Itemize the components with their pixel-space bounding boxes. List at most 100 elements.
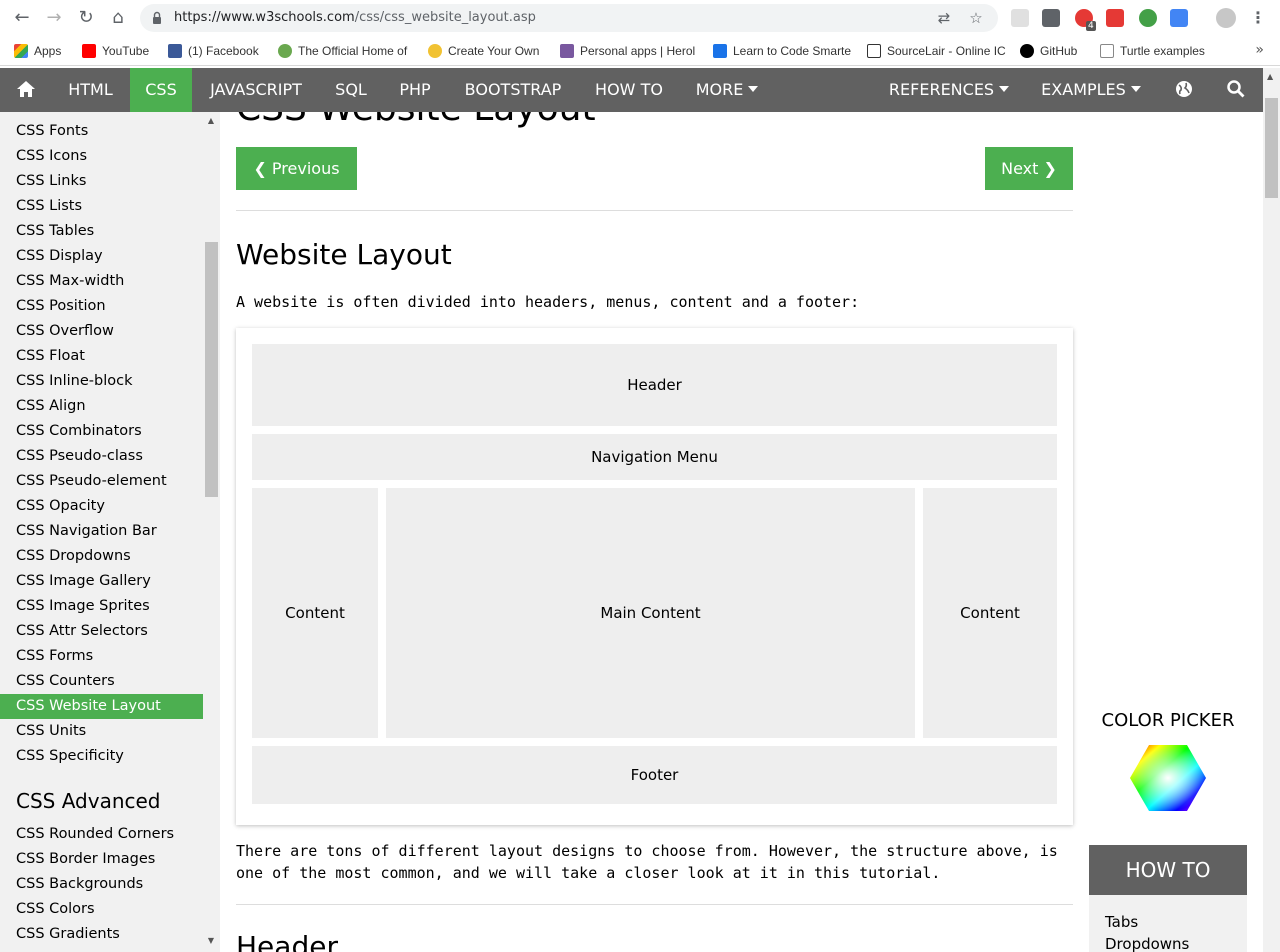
demo-footer: Footer [252,746,1057,804]
sidebar-item-css-pseudo-element[interactable]: CSS Pseudo-element [0,469,203,494]
bookmark-star-icon[interactable]: ☆ [968,10,984,26]
sidebar-item-css-links[interactable]: CSS Links [0,169,203,194]
google-translate-icon[interactable] [1170,9,1188,27]
sidebar-item-css-rounded-corners[interactable]: CSS Rounded Corners [0,822,203,847]
sidebar-item-css-overflow[interactable]: CSS Overflow [0,319,203,344]
url-text: https://www.w3schools.com/css/css_websit… [174,10,536,25]
bookmark-official-home[interactable]: The Official Home of [278,42,414,60]
back-arrow-icon[interactable]: ← [12,8,32,28]
sidebar-item-css-lists[interactable]: CSS Lists [0,194,203,219]
bookmark-youtube[interactable]: YouTube [82,42,158,60]
sidebar-heading-css-advanced: CSS Advanced [16,789,161,813]
page-scrollbar[interactable] [1263,68,1280,952]
sidebar-item-css-inline-block[interactable]: CSS Inline-block [0,369,203,394]
color-picker-wheel-icon[interactable] [1129,743,1207,813]
sidebar-item-css-icons[interactable]: CSS Icons [0,144,203,169]
sidebar-item-css-tables[interactable]: CSS Tables [0,219,203,244]
previous-button[interactable]: ❮ Previous [236,147,357,190]
bookmark-heroku[interactable]: Personal apps | Herol [560,42,700,60]
how-to-item-dropdowns[interactable]: Dropdowns [1105,935,1189,952]
nav-more[interactable]: MORE [680,68,774,112]
address-bar[interactable]: https://www.w3schools.com/css/css_websit… [140,4,998,32]
nav-examples[interactable]: EXAMPLES [1026,68,1156,112]
sidebar-item-css-colors[interactable]: CSS Colors [0,897,203,922]
menu-kebab-icon[interactable]: ⋮ [1250,8,1266,27]
learn-code-icon [713,44,727,58]
nav-references[interactable]: REFERENCES [874,68,1024,112]
sidebar-item-css-max-width[interactable]: CSS Max-width [0,269,203,294]
sidebar-item-css-display[interactable]: CSS Display [0,244,203,269]
bookmark-create-your-own[interactable]: Create Your Own [428,42,550,60]
sidebar-item-css-gradients[interactable]: CSS Gradients [0,922,203,947]
bookmark-apps[interactable]: Apps [14,42,74,60]
create-your-own-icon [428,44,442,58]
demo-header: Header [252,344,1057,426]
browser-toolbar: ← → ↻ ⌂ https://www.w3schools.com/css/cs… [0,0,1280,36]
sidebar-item-css-dropdowns[interactable]: CSS Dropdowns [0,544,203,569]
bookmark-turtle-examples[interactable]: Turtle examples [1100,42,1220,60]
scroll-up-arrow-icon[interactable]: ▲ [1267,72,1273,81]
translate-icon[interactable]: ⇄ [936,10,952,26]
sidebar-scrollbar[interactable] [203,112,220,952]
bookmark-facebook[interactable]: (1) Facebook [168,42,264,60]
forward-arrow-icon[interactable]: → [44,8,64,28]
scroll-down-arrow-icon[interactable]: ▼ [206,936,216,946]
caret-down-icon [999,86,1010,92]
nav-php[interactable]: PHP [382,68,448,112]
sidebar-item-css-navigation-bar[interactable]: CSS Navigation Bar [0,519,203,544]
youtube-icon [82,44,96,58]
extension-icon[interactable] [1042,9,1060,27]
bookmark-github[interactable]: GitHub [1020,42,1090,60]
more-bookmarks-chevron-icon[interactable]: » [1255,42,1264,58]
sidebar-item-css-specificity[interactable]: CSS Specificity [0,744,203,769]
scroll-up-arrow-icon[interactable]: ▲ [206,116,216,126]
sidebar-item-css-forms[interactable]: CSS Forms [0,644,203,669]
bookmark-label: Personal apps | Herol [580,44,696,58]
nav-how-to[interactable]: HOW TO [578,68,680,112]
sidebar-item-css-align[interactable]: CSS Align [0,394,203,419]
home-icon[interactable] [0,68,52,112]
demo-navigation-menu: Navigation Menu [252,434,1057,480]
sidebar-item-css-float[interactable]: CSS Float [0,344,203,369]
globe-icon[interactable] [1162,68,1206,112]
sidebar-item-css-opacity[interactable]: CSS Opacity [0,494,203,519]
sidebar-item-css-combinators[interactable]: CSS Combinators [0,419,203,444]
sidebar-item-css-border-images[interactable]: CSS Border Images [0,847,203,872]
bookmark-label: YouTube [102,44,150,58]
how-to-list: Tabs Dropdowns [1089,895,1247,952]
left-sidebar: CSS Fonts CSS Icons CSS Links CSS Lists … [0,112,220,952]
sidebar-item-css-position[interactable]: CSS Position [0,294,203,319]
section-title: Website Layout [236,238,452,271]
reload-icon[interactable]: ↻ [76,8,96,28]
bookmark-label: GitHub [1040,44,1078,58]
sidebar-item-css-image-gallery[interactable]: CSS Image Gallery [0,569,203,594]
sidebar-item-css-pseudo-class[interactable]: CSS Pseudo-class [0,444,203,469]
profile-avatar[interactable] [1216,8,1236,28]
sidebar-item-css-image-sprites[interactable]: CSS Image Sprites [0,594,203,619]
home-icon[interactable]: ⌂ [108,8,128,28]
sidebar-scrollbar-thumb[interactable] [205,242,218,497]
sidebar-item-css-backgrounds[interactable]: CSS Backgrounds [0,872,203,897]
extension-icon[interactable] [1011,9,1029,27]
nav-css[interactable]: CSS [130,68,192,112]
bookmark-sourcelair[interactable]: SourceLair - Online IC [867,42,1007,60]
sidebar-item-css-fonts[interactable]: CSS Fonts [0,119,203,144]
sidebar-item-css-counters[interactable]: CSS Counters [0,669,203,694]
page-scrollbar-thumb[interactable] [1265,98,1278,198]
nav-html[interactable]: HTML [52,68,129,112]
search-icon[interactable] [1214,68,1258,112]
sidebar-item-css-attr-selectors[interactable]: CSS Attr Selectors [0,619,203,644]
w3-top-navigation: HTML CSS JAVASCRIPT SQL PHP BOOTSTRAP HO… [0,68,1280,112]
bookmark-learn-to-code[interactable]: Learn to Code Smarte [713,42,851,60]
youtube-extension-icon[interactable] [1106,9,1124,27]
sidebar-item-css-units[interactable]: CSS Units [0,719,203,744]
nav-sql[interactable]: SQL [320,68,382,112]
next-button[interactable]: Next ❯ [985,147,1073,190]
heroku-icon [560,44,574,58]
sidebar-item-css-website-layout[interactable]: CSS Website Layout [0,694,203,719]
bookmark-label: (1) Facebook [188,44,259,58]
nav-javascript[interactable]: JAVASCRIPT [192,68,320,112]
globe-extension-icon[interactable] [1139,9,1157,27]
how-to-item-tabs[interactable]: Tabs [1105,913,1138,931]
nav-bootstrap[interactable]: BOOTSTRAP [448,68,578,112]
